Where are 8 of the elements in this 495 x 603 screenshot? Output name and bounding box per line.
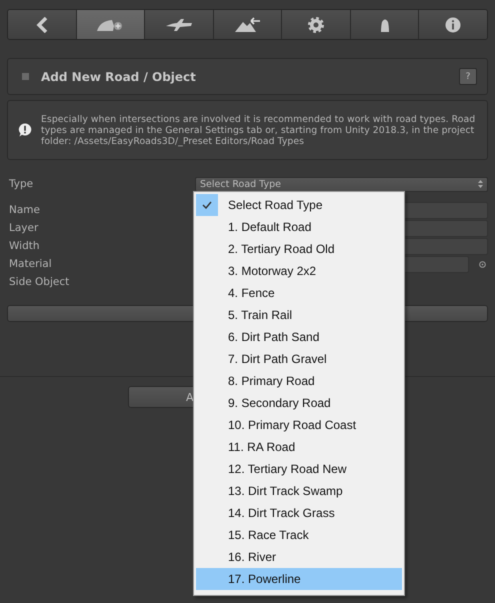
section-title: Add New Road / Object xyxy=(41,70,197,84)
field-label: Type xyxy=(8,178,34,190)
field-label: Layer xyxy=(8,222,40,234)
field-label: Name xyxy=(8,204,41,216)
field-label: Material xyxy=(8,258,53,270)
info-text: Especially when intersections are involved it is recommended to work with road types. Road types are managed in the General Settings tab or, starting from Unity 2018.3, in the project folder: /Assets/EasyRoads3D/_Preset Editors/Road Types xyxy=(41,114,476,146)
field-label: Side Object xyxy=(8,276,70,288)
field-label: Width xyxy=(8,240,41,252)
